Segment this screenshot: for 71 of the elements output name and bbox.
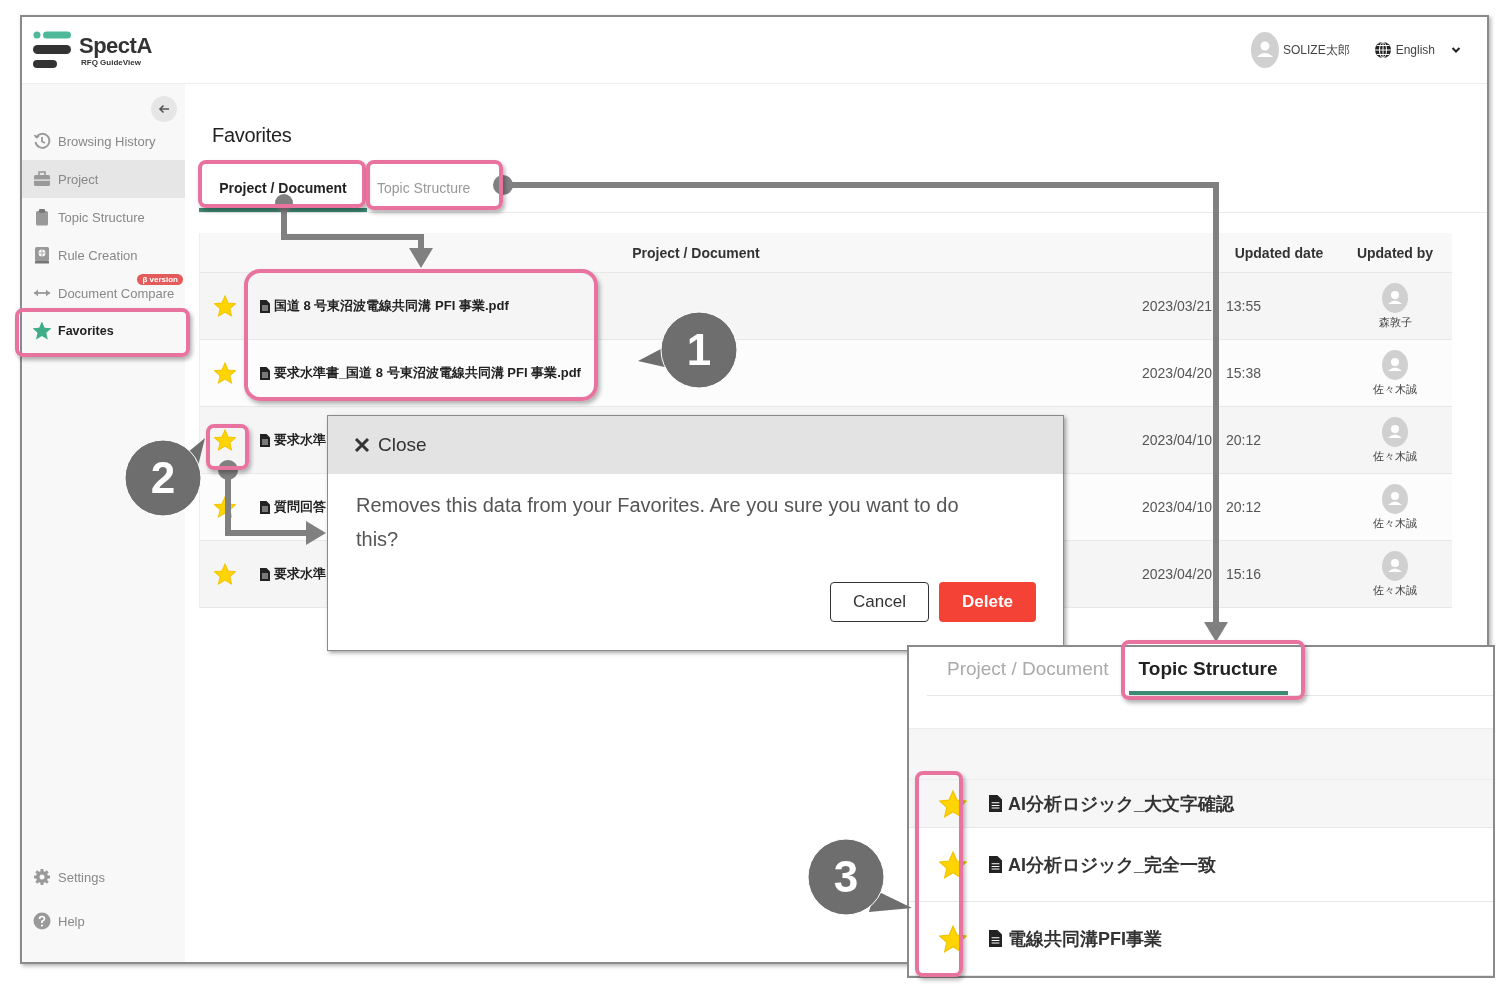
sidebar-item[interactable]: Favorites — [22, 312, 185, 350]
history-icon — [33, 132, 51, 150]
user-avatar-icon — [1382, 483, 1408, 514]
globe-icon — [1373, 41, 1392, 59]
sidebar-item[interactable]: Rule Creation — [22, 236, 185, 274]
tab[interactable]: Topic Structure — [1128, 647, 1288, 695]
updated-date: 2023/04/10 20:12 — [1142, 499, 1262, 515]
user-name: 佐々木誠 — [1373, 515, 1417, 531]
document-name[interactable]: 要求水準 — [274, 431, 326, 449]
sidebar-item[interactable]: Topic Structure — [22, 198, 185, 236]
star-icon[interactable] — [214, 295, 236, 317]
book-icon — [33, 246, 51, 264]
document-icon — [989, 930, 1002, 947]
updated-date: 2023/03/21 13:55 — [1142, 298, 1262, 314]
document-icon — [260, 500, 270, 514]
updated-date: 2023/04/20 15:16 — [1142, 566, 1262, 582]
document-name[interactable]: 質問回答 — [274, 498, 326, 516]
updated-date: 2023/04/10 20:12 — [1142, 432, 1262, 448]
document-name[interactable]: 国道 8 号東沼波電線共同溝 PFI 事業.pdf — [274, 297, 509, 315]
dialog-message: Removes this data from your Favorites. Are you sure you want to do this? — [356, 493, 960, 552]
user-avatar-icon — [1250, 32, 1279, 68]
beta-badge: β version — [137, 274, 183, 285]
document-icon — [260, 433, 270, 447]
briefcase-icon — [33, 170, 51, 188]
user-name: 森敦子 — [1378, 314, 1412, 330]
star-icon[interactable] — [214, 496, 236, 518]
user-avatar-icon — [1382, 349, 1408, 380]
app-logo-text: SpectA — [79, 33, 152, 58]
document-icon — [260, 299, 270, 313]
user-name: 佐々木誠 — [1373, 448, 1417, 464]
topic-name[interactable]: AI分析ロジック_完全一致 — [1008, 852, 1216, 877]
user-name: 佐々木誠 — [1373, 582, 1417, 598]
delete-button[interactable]: Delete — [939, 582, 1036, 622]
document-icon — [260, 567, 270, 581]
help-icon — [33, 912, 51, 930]
collapse-button[interactable] — [151, 96, 177, 122]
topic-name[interactable]: 電線共同溝PFI事業 — [1008, 926, 1162, 951]
star-icon[interactable] — [214, 429, 236, 451]
document-icon — [260, 366, 270, 380]
user-avatar-icon — [1382, 550, 1408, 581]
star-icon — [33, 322, 51, 340]
user-name[interactable]: SOLIZE太郎 — [1282, 41, 1350, 59]
star-icon[interactable] — [939, 789, 967, 818]
chevron-down-icon[interactable] — [1451, 46, 1461, 54]
document-name[interactable]: 要求水準 — [274, 565, 326, 583]
document-icon — [989, 856, 1002, 873]
arrow-left-icon — [158, 104, 170, 114]
column-header: Project / Document — [631, 244, 761, 261]
cancel-button[interactable]: Cancel — [830, 582, 929, 622]
updated-date: 2023/04/20 15:38 — [1142, 365, 1262, 381]
page-title: Favorites — [212, 123, 293, 148]
document-name[interactable]: 要求水準書_国道 8 号東沼波電線共同溝 PFI 事業.pdf — [274, 364, 581, 382]
logo-icon — [33, 31, 73, 69]
user-avatar-icon — [1382, 416, 1408, 447]
star-icon[interactable] — [939, 924, 967, 953]
star-icon[interactable] — [214, 563, 236, 585]
user-name: 佐々木誠 — [1373, 381, 1417, 397]
star-icon[interactable] — [214, 362, 236, 384]
star-icon[interactable] — [939, 850, 967, 879]
user-avatar-icon — [1382, 282, 1408, 313]
settings-icon — [33, 868, 51, 886]
column-header: Updated by — [1355, 244, 1435, 261]
language-selector[interactable]: English — [1395, 43, 1435, 57]
close-button[interactable]: Close — [354, 434, 427, 456]
clipboard-icon — [33, 208, 51, 226]
document-icon — [989, 795, 1002, 812]
sidebar-item[interactable]: β version Document Compare — [22, 274, 185, 312]
column-header: Updated date — [1233, 244, 1325, 261]
close-icon — [354, 437, 370, 453]
app-subtitle: RFQ GuideView — [81, 57, 141, 67]
highlight-frame — [206, 424, 249, 470]
